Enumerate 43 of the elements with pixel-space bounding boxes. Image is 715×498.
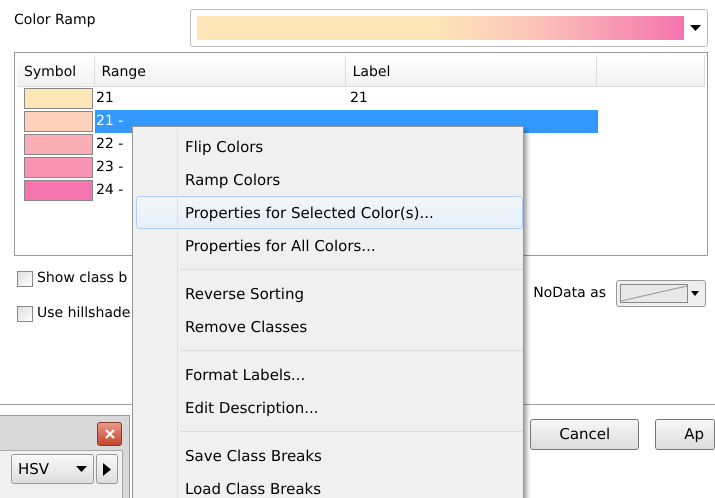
menu-item[interactable]: Save Class Breaks (136, 439, 523, 472)
menu-item[interactable]: Format Labels... (136, 358, 523, 391)
color-swatch[interactable] (24, 111, 93, 132)
menu-item[interactable]: Properties for All Colors... (136, 229, 523, 262)
table-cell: 21 (350, 90, 368, 106)
nodata-label: NoData as (533, 284, 606, 302)
checkbox[interactable] (17, 270, 33, 286)
column-header[interactable]: Symbol (17, 55, 94, 86)
menu-item[interactable]: Load Class Breaks (136, 472, 523, 498)
no-color-swatch-icon (620, 284, 688, 302)
right-arrow-icon (103, 462, 111, 476)
dropdown-value: HSV (18, 458, 50, 480)
menu-item[interactable]: Flip Colors (136, 130, 523, 163)
menu-item[interactable]: Properties for Selected Color(s)... (136, 196, 523, 229)
close-button[interactable] (97, 422, 122, 446)
color-swatch[interactable] (24, 134, 93, 155)
dropdown-arrow-icon (690, 25, 701, 31)
menu-item[interactable]: Ramp Colors (136, 163, 523, 196)
color-ramp-label: Color Ramp (14, 11, 97, 30)
dialog-button[interactable]: Ap (655, 419, 715, 450)
table-row[interactable]: 21 21 (95, 87, 598, 110)
column-header[interactable]: Range (94, 55, 346, 86)
menu-item[interactable]: Reverse Sorting (136, 277, 523, 310)
dropdown-arrow-icon (76, 466, 87, 472)
color-swatch[interactable] (24, 88, 93, 109)
column-header[interactable]: Label (346, 55, 597, 86)
color-model-dropdown[interactable]: HSV (11, 454, 94, 484)
close-icon (104, 428, 114, 439)
table-cell: 21 (96, 90, 114, 106)
dropdown-arrow-icon (691, 290, 699, 296)
menu-item[interactable]: Edit Description... (136, 391, 523, 424)
table-cell: 21 - (96, 113, 124, 129)
table-cell: 23 - (96, 159, 124, 175)
checkbox-label: Show class b (37, 269, 128, 288)
cancel-button[interactable]: Cancel (530, 419, 640, 450)
color-swatch[interactable] (24, 157, 93, 178)
checkbox[interactable] (17, 306, 33, 322)
next-button[interactable] (96, 454, 118, 484)
nodata-color-dropdown[interactable] (616, 280, 706, 306)
checkbox-label: Use hillshade (37, 304, 130, 323)
menu-item[interactable]: Remove Classes (136, 310, 523, 343)
color-ramp-dropdown[interactable] (190, 9, 708, 47)
color-swatch[interactable] (24, 180, 93, 201)
